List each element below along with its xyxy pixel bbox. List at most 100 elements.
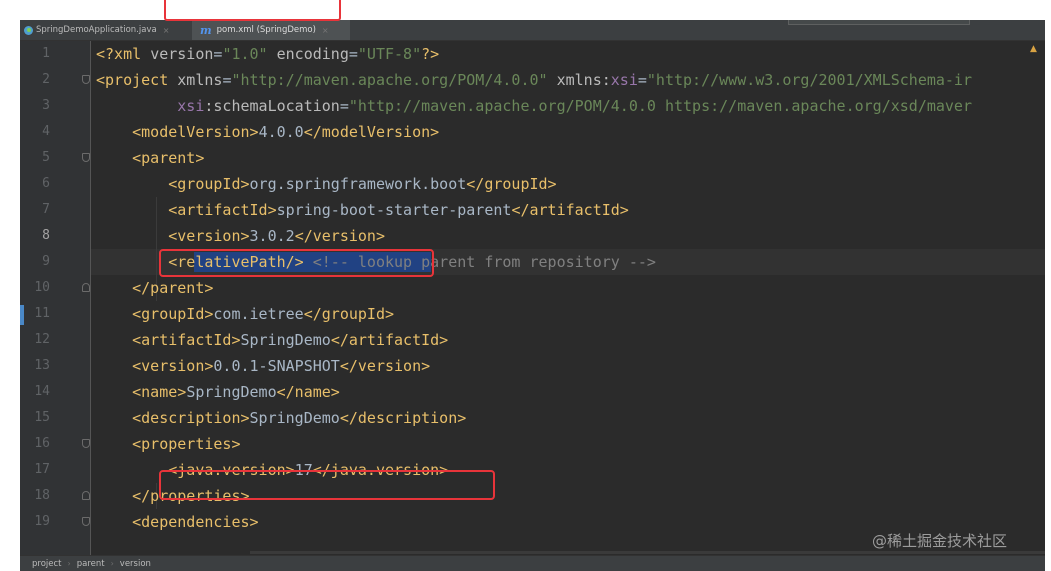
- line-number: 12: [34, 332, 50, 347]
- code-token: "http://maven.apache.org/POM/4.0.0": [231, 71, 548, 89]
- fold-open-icon[interactable]: [82, 439, 90, 448]
- code-line[interactable]: <version>3.0.2</version>: [96, 223, 385, 249]
- highlight-box-java-version: [159, 470, 495, 500]
- line-number: 18: [34, 488, 50, 503]
- line-number: 15: [34, 410, 50, 425]
- code-line[interactable]: <name>SpringDemo</name>: [96, 379, 340, 405]
- code-token: <artifactId>: [168, 201, 277, 219]
- line-number: 9: [42, 254, 50, 269]
- code-token: </version>: [339, 357, 431, 375]
- tab-pom-xml[interactable]: m pom.xml (SpringDemo) ×: [192, 20, 350, 40]
- code-line[interactable]: <?xml version="1.0" encoding="UTF-8"?>: [96, 41, 439, 67]
- fold-close-icon[interactable]: [82, 283, 90, 292]
- line-number: 7: [42, 202, 50, 217]
- code-token: 3.0.2: [249, 227, 295, 245]
- search-field[interactable]: [788, 20, 970, 25]
- fold-open-icon[interactable]: [82, 517, 90, 526]
- code-token: "http://maven.apache.org/POM/4.0.0 https…: [348, 97, 972, 115]
- line-number: 10: [34, 280, 50, 295]
- horizontal-scrollbar[interactable]: [250, 551, 1045, 554]
- code-line[interactable]: <parent>: [96, 145, 204, 171]
- breadcrumb-separator-icon: ›: [110, 559, 114, 568]
- code-token: SpringDemo: [186, 383, 277, 401]
- line-number: 19: [34, 514, 50, 529]
- code-line[interactable]: <description>SpringDemo</description>: [96, 405, 466, 431]
- code-line[interactable]: <properties>: [96, 431, 241, 457]
- code-token: "1.0": [222, 45, 268, 63]
- code-line[interactable]: <artifactId>SpringDemo</artifactId>: [96, 327, 448, 353]
- close-icon[interactable]: ×: [163, 26, 170, 35]
- line-number: 6: [42, 176, 50, 191]
- ide-window: SpringDemoApplication.java × m pom.xml (…: [20, 20, 1045, 571]
- code-token: =: [637, 71, 647, 89]
- code-token: spring-boot-starter-parent: [276, 201, 512, 219]
- code-line[interactable]: <project xmlns = "http://maven.apache.org/…: [96, 67, 972, 93]
- code-token: SpringDemo: [240, 331, 331, 349]
- code-token: "UTF-8": [357, 45, 422, 63]
- line-number: 5: [42, 150, 50, 165]
- code-line[interactable]: xsi:schemaLocation="http://maven.apache.…: [96, 93, 972, 119]
- code-token: <parent>: [132, 149, 205, 167]
- code-line[interactable]: <artifactId>spring-boot-starter-parent</…: [96, 197, 629, 223]
- fold-close-icon[interactable]: [82, 491, 90, 500]
- code-token: ?>: [421, 45, 440, 63]
- code-token: <project: [96, 71, 178, 89]
- code-token: =: [348, 45, 358, 63]
- gutter-divider: [90, 41, 91, 555]
- line-number: 16: [34, 436, 50, 451]
- fold-open-icon[interactable]: [82, 75, 90, 84]
- line-number: 11: [34, 306, 50, 321]
- close-icon[interactable]: ×: [322, 26, 329, 35]
- warning-icon[interactable]: ▲: [1030, 44, 1037, 54]
- tab-label: pom.xml (SpringDemo): [216, 25, 316, 35]
- breadcrumb-item[interactable]: project: [32, 559, 62, 569]
- code-token: </modelVersion>: [303, 123, 440, 141]
- code-token: <properties>: [132, 435, 241, 453]
- code-token: encoding: [276, 45, 349, 63]
- code-token: xmlns:: [556, 71, 611, 89]
- line-number: 1: [42, 46, 50, 61]
- code-token: </description>: [339, 409, 467, 427]
- code-token: version: [150, 45, 214, 63]
- code-token: <artifactId>: [132, 331, 241, 349]
- fold-open-icon[interactable]: [82, 153, 90, 162]
- code-token: </artifactId>: [330, 331, 449, 349]
- code-token: <name>: [132, 383, 187, 401]
- code-line[interactable]: <groupId>com.ietree</groupId>: [96, 301, 394, 327]
- highlight-box-tab: [164, 0, 341, 21]
- highlight-box-version: [159, 249, 434, 277]
- breadcrumb-item[interactable]: version: [120, 559, 151, 569]
- code-line[interactable]: <groupId>org.springframework.boot</group…: [96, 171, 557, 197]
- code-token: </name>: [276, 383, 340, 401]
- code-token: "http://www.w3.org/2001/XMLSchema-ir: [646, 71, 972, 89]
- line-number: 4: [42, 124, 50, 139]
- code-token: 4.0.0: [258, 123, 304, 141]
- code-token: </version>: [294, 227, 385, 245]
- code-token: com.ietree: [213, 305, 304, 323]
- code-line[interactable]: <modelVersion>4.0.0</modelVersion>: [96, 119, 439, 145]
- code-token: org.springframework.boot: [249, 175, 467, 193]
- code-line[interactable]: <dependencies>: [96, 509, 258, 535]
- code-token: :schemaLocation: [204, 97, 340, 115]
- code-line[interactable]: </parent>: [96, 275, 213, 301]
- code-token: <description>: [132, 409, 250, 427]
- breadcrumb-item[interactable]: parent: [77, 559, 105, 569]
- code-token: </groupId>: [466, 175, 557, 193]
- code-line[interactable]: <version>0.0.1-SNAPSHOT</version>: [96, 353, 430, 379]
- breadcrumb: project › parent › version: [20, 555, 1045, 571]
- tab-springdemoapplication-java[interactable]: SpringDemoApplication.java ×: [20, 20, 194, 40]
